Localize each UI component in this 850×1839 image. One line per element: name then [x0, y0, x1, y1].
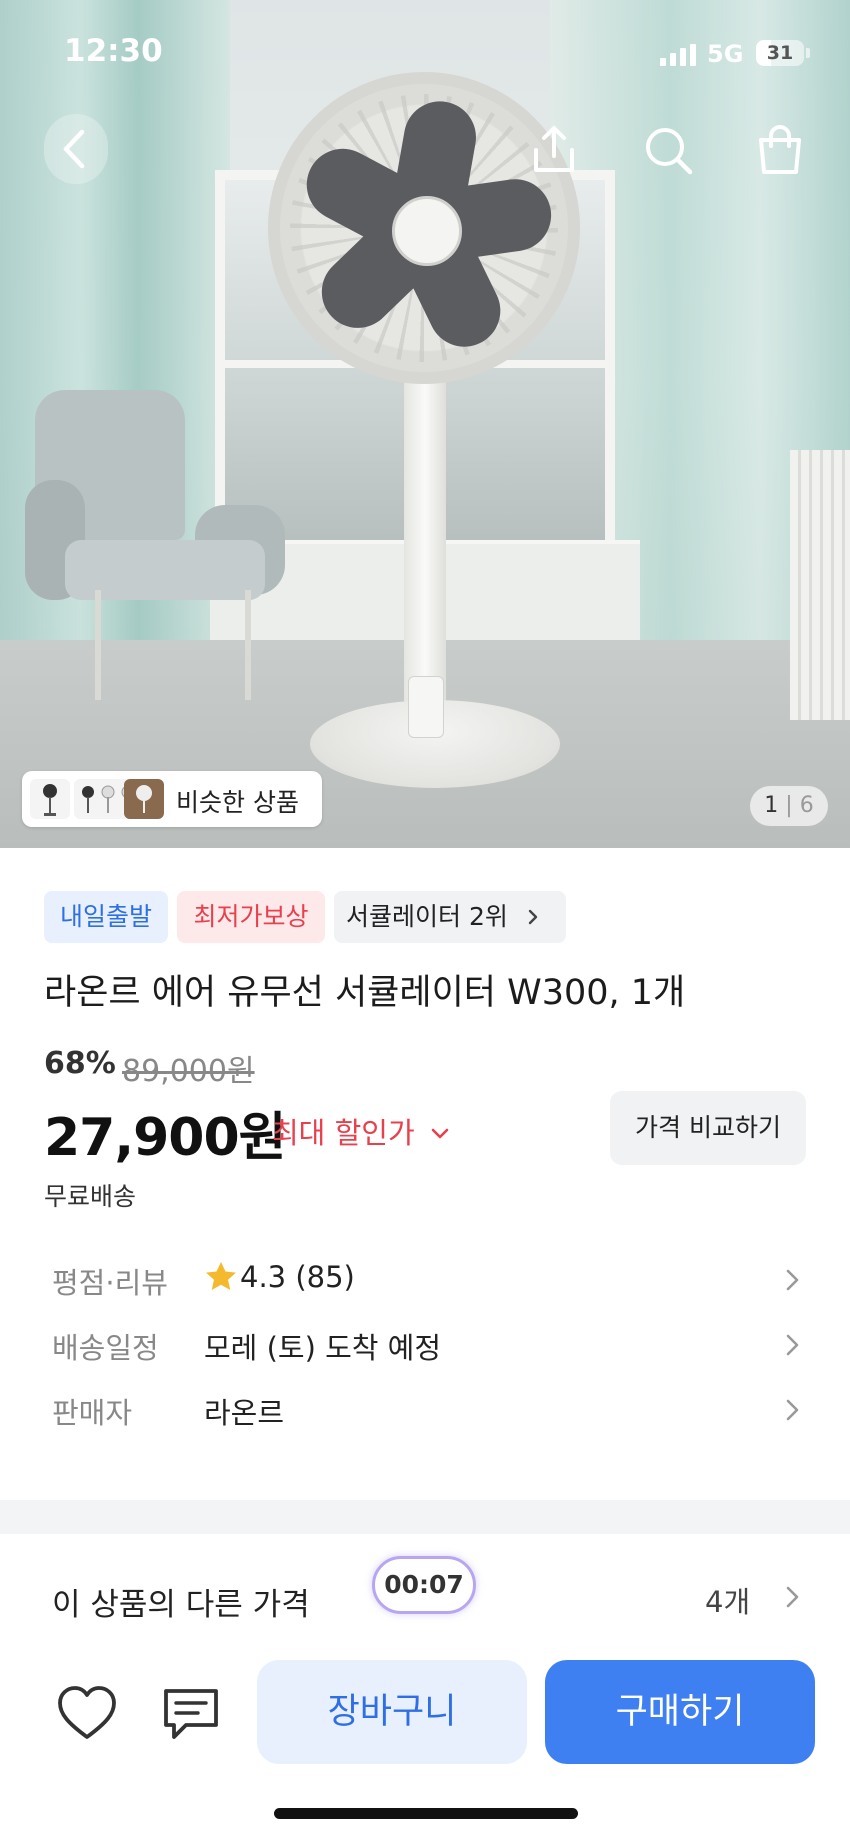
buy-now-button[interactable]: 구매하기: [545, 1660, 815, 1764]
discount-rate: 68%: [44, 1046, 116, 1081]
info-row-delivery[interactable]: 배송일정 모레 (토) 도착 예정: [0, 1315, 850, 1375]
rating-value: 4.3 (85): [204, 1260, 355, 1294]
image-counter: 1 | 6: [750, 786, 828, 826]
cart-button[interactable]: [752, 122, 808, 178]
chevron-right-icon: [786, 1334, 799, 1356]
shipping-info: 무료배송: [44, 1182, 137, 1211]
heart-icon: [58, 1686, 116, 1739]
similar-thumb: [30, 779, 70, 819]
signal-icon: [660, 44, 696, 66]
info-row-rating[interactable]: 평점·리뷰 4.3 (85): [0, 1250, 850, 1310]
chat-icon: [164, 1689, 218, 1739]
shopping-bag-icon: [759, 125, 801, 174]
similar-products-button[interactable]: 비슷한 상품: [22, 771, 322, 827]
fan-head: [268, 72, 580, 384]
similar-products-label: 비슷한 상품: [176, 788, 299, 817]
armchair: [25, 390, 295, 710]
product-image[interactable]: [0, 0, 850, 848]
ranking-label: 서큘레이터 2위: [346, 902, 508, 931]
badge-lowest-price: 최저가보상: [177, 891, 325, 943]
image-index: 1: [764, 793, 779, 818]
search-button[interactable]: [640, 122, 696, 178]
inquiry-button[interactable]: [160, 1685, 222, 1743]
other-prices-label[interactable]: 이 상품의 다른 가격: [52, 1579, 310, 1624]
image-total: 6: [799, 793, 814, 818]
home-indicator: [274, 1808, 578, 1819]
status-time: 12:30: [64, 33, 163, 69]
rating-score: 4.3 (85): [240, 1260, 355, 1294]
fan-pole: [404, 380, 446, 710]
battery-icon: 31: [756, 40, 804, 66]
product-title: 라온르 에어 유무선 서큘레이터 W300, 1개: [44, 973, 686, 1013]
chevron-right-icon: [786, 1399, 799, 1421]
radiator: [790, 450, 850, 720]
compare-price-button[interactable]: 가격 비교하기: [610, 1091, 806, 1165]
back-button[interactable]: [44, 114, 108, 184]
rating-label: 평점·리뷰: [52, 1266, 168, 1300]
badge-next-day: 내일출발: [44, 891, 168, 943]
fan-control-panel: [408, 676, 444, 738]
search-icon: [646, 128, 693, 175]
battery-tip: [806, 48, 810, 58]
wishlist-button[interactable]: [56, 1685, 118, 1741]
section-divider: [0, 1500, 850, 1534]
share-button[interactable]: [526, 122, 582, 178]
seller-label: 판매자: [52, 1396, 133, 1430]
delivery-label: 배송일정: [52, 1331, 159, 1365]
network-type: 5G: [707, 40, 744, 68]
add-to-cart-button[interactable]: 장바구니: [257, 1660, 527, 1764]
similar-thumb: [124, 779, 164, 819]
star-icon: [206, 1262, 236, 1290]
delivery-value: 모레 (토) 도착 예정: [204, 1331, 442, 1365]
max-discount-toggle[interactable]: 최대 할인가: [272, 1110, 450, 1152]
info-row-seller[interactable]: 판매자 라온르: [0, 1380, 850, 1440]
chevron-right-icon[interactable]: [780, 1582, 804, 1612]
sale-price: 27,900원: [44, 1108, 287, 1168]
chevron-left-icon: [63, 129, 85, 169]
badge-ranking[interactable]: 서큘레이터 2위: [334, 891, 566, 943]
chevron-right-icon: [786, 1269, 799, 1291]
image-separator: |: [785, 793, 793, 818]
chevron-down-icon: [431, 1128, 449, 1139]
battery-level: 31: [766, 42, 794, 64]
original-price: 89,000원: [122, 1054, 255, 1089]
share-icon: [534, 126, 574, 172]
seller-value: 라온르: [204, 1396, 285, 1430]
max-discount-label: 최대 할인가: [272, 1116, 415, 1150]
timer-badge: 00:07: [372, 1556, 476, 1614]
chevron-right-icon: [528, 909, 538, 925]
other-prices-count[interactable]: 4개: [705, 1579, 750, 1621]
